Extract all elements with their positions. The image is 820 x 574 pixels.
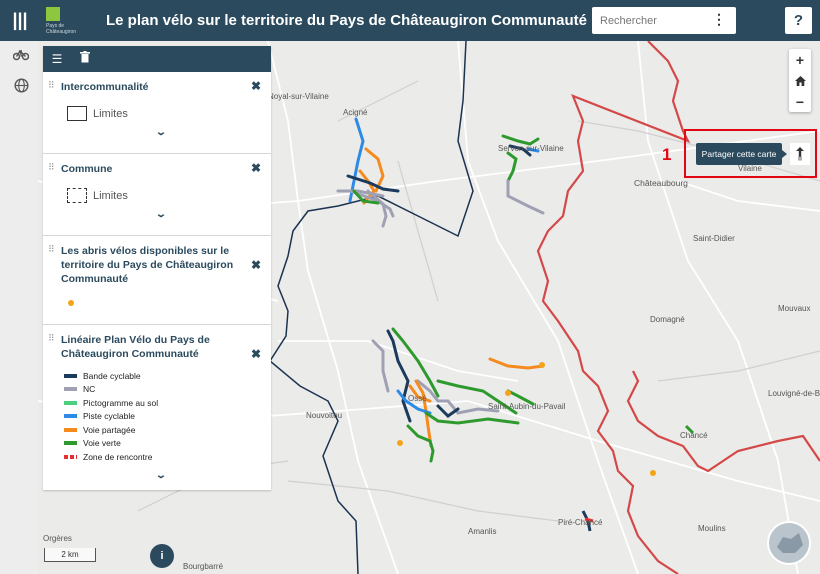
layers-panel: ☰ ⠿ Intercommunalité ✖ Limites ⌄ ⠿ Commu… bbox=[43, 46, 271, 490]
legend-list: Bande cyclable NC Pictogramme au sol Pis… bbox=[64, 369, 261, 464]
layer-abris-velos[interactable]: ⠿ Les abris vélos disponibles sur le ter… bbox=[43, 236, 271, 325]
shelter-symbol bbox=[68, 300, 74, 306]
info-icon[interactable]: i bbox=[150, 544, 174, 568]
place-label: Amanlis bbox=[468, 527, 496, 536]
globe-icon[interactable] bbox=[13, 78, 29, 94]
legend-label: Bande cyclable bbox=[83, 370, 141, 381]
more-options-icon[interactable]: ⋮ bbox=[712, 11, 726, 28]
panel-toolbar: ☰ bbox=[43, 46, 271, 72]
drag-handle-icon[interactable]: ⠿ bbox=[48, 333, 55, 344]
layer-title: Intercommunalité bbox=[61, 81, 149, 93]
logo[interactable]: Pays de Châteaugiron bbox=[46, 6, 90, 36]
drag-handle-icon[interactable]: ⠿ bbox=[48, 244, 55, 255]
legend-item: Bande cyclable bbox=[64, 369, 261, 383]
layer-commune[interactable]: ⠿ Commune ✖ Limites ⌄ bbox=[43, 154, 271, 236]
layer-title: Les abris vélos disponibles sur le terri… bbox=[61, 245, 234, 285]
drag-handle-icon[interactable]: ⠿ bbox=[48, 80, 55, 91]
layer-title: Linéaire Plan Vélo du Pays de Châteaugir… bbox=[61, 334, 210, 360]
home-icon[interactable] bbox=[789, 70, 811, 91]
layer-intercommunalite[interactable]: ⠿ Intercommunalité ✖ Limites ⌄ bbox=[43, 72, 271, 154]
layer-title: Commune bbox=[61, 163, 113, 175]
legend-label: Voie partagée bbox=[83, 424, 136, 435]
legend-swatch bbox=[67, 188, 87, 203]
place-label: Saint-Didier bbox=[693, 234, 735, 243]
place-label: Chancé bbox=[680, 431, 708, 440]
place-label: Châteaubourg bbox=[634, 178, 688, 188]
place-label: Mouvaux bbox=[778, 304, 810, 313]
trash-icon[interactable] bbox=[77, 51, 93, 67]
legend-item: Limites bbox=[67, 106, 261, 121]
legend-item: Limites bbox=[67, 188, 261, 203]
legend-swatch bbox=[64, 373, 77, 378]
legend-swatch bbox=[64, 400, 77, 405]
close-icon[interactable]: ✖ bbox=[251, 79, 261, 93]
zoom-in-button[interactable]: + bbox=[789, 49, 811, 70]
basemap-switcher[interactable] bbox=[767, 521, 811, 565]
place-label: Piré-Chancé bbox=[558, 518, 603, 527]
legend-item: Piste cyclable bbox=[64, 410, 261, 424]
place-label: Acigné bbox=[343, 108, 368, 117]
close-icon[interactable]: ✖ bbox=[251, 258, 261, 272]
help-button[interactable]: ? bbox=[785, 7, 812, 34]
app-header: ||| Pays de Châteaugiron Le plan vélo su… bbox=[0, 0, 820, 41]
legend-item: Zone de rencontre bbox=[64, 450, 261, 464]
legend-label: NC bbox=[83, 384, 96, 395]
legend-label: Piste cyclable bbox=[83, 411, 135, 422]
logo-mark bbox=[46, 6, 60, 21]
legend-item: Voie partagée bbox=[64, 423, 261, 437]
legend-swatch bbox=[64, 454, 77, 459]
page-title: Le plan vélo sur le territoire du Pays d… bbox=[106, 12, 587, 29]
legend-label: Voie verte bbox=[83, 438, 121, 449]
legend-swatch bbox=[64, 427, 77, 432]
logo-text: Pays de Châteaugiron bbox=[46, 22, 77, 35]
place-label: Ossé bbox=[408, 394, 427, 403]
place-label: Nouvoitou bbox=[306, 411, 342, 420]
place-label: Bourgbarré bbox=[183, 562, 224, 571]
legend-swatch bbox=[67, 106, 87, 121]
legend-item: Voie verte bbox=[64, 437, 261, 451]
place-label: Domagné bbox=[650, 315, 685, 324]
close-icon[interactable]: ✖ bbox=[251, 347, 261, 361]
legend-label: Pictogramme au sol bbox=[83, 397, 159, 408]
legend-label: Zone de rencontre bbox=[83, 451, 153, 462]
chevron-down-icon[interactable]: ⌄ bbox=[21, 470, 301, 481]
chevron-down-icon[interactable]: ⌄ bbox=[21, 209, 301, 220]
place-label: Moulins bbox=[698, 524, 726, 533]
list-icon[interactable]: ☰ bbox=[49, 51, 65, 67]
legend-swatch bbox=[64, 414, 77, 419]
legend-item: Pictogramme au sol bbox=[64, 396, 261, 410]
drag-handle-icon[interactable]: ⠿ bbox=[48, 162, 55, 173]
zoom-out-button[interactable]: − bbox=[789, 91, 811, 112]
legend-label: Limites bbox=[93, 189, 128, 202]
scale-bar: 2 km bbox=[44, 548, 96, 562]
legend-item: NC bbox=[64, 383, 261, 397]
legend-swatch bbox=[64, 441, 77, 446]
chevron-down-icon[interactable]: ⌄ bbox=[21, 127, 301, 138]
place-label: Saint-Aubin-du-Pavail bbox=[488, 402, 566, 411]
search-input[interactable] bbox=[600, 14, 710, 27]
menu-icon[interactable]: ||| bbox=[0, 0, 40, 41]
place-label: Servon-sur-Vilaine bbox=[498, 144, 564, 153]
legend-label: Limites bbox=[93, 107, 128, 120]
bike-icon[interactable] bbox=[12, 47, 30, 63]
left-toolbar bbox=[0, 41, 38, 574]
annotation-number: 1 bbox=[662, 145, 672, 164]
place-label: Louvigné-de-Bais bbox=[768, 389, 820, 398]
close-icon[interactable]: ✖ bbox=[251, 161, 261, 175]
annotation-frame bbox=[684, 129, 817, 178]
place-label: Noyal-sur-Vilaine bbox=[268, 92, 329, 101]
place-label: Orgères bbox=[43, 534, 72, 543]
layer-lineaire-plan-velo[interactable]: ⠿ Linéaire Plan Vélo du Pays de Châteaug… bbox=[43, 325, 271, 489]
legend-swatch bbox=[64, 387, 77, 392]
search-box[interactable]: ⋮ bbox=[592, 7, 736, 34]
zoom-controls: + − bbox=[789, 49, 811, 112]
